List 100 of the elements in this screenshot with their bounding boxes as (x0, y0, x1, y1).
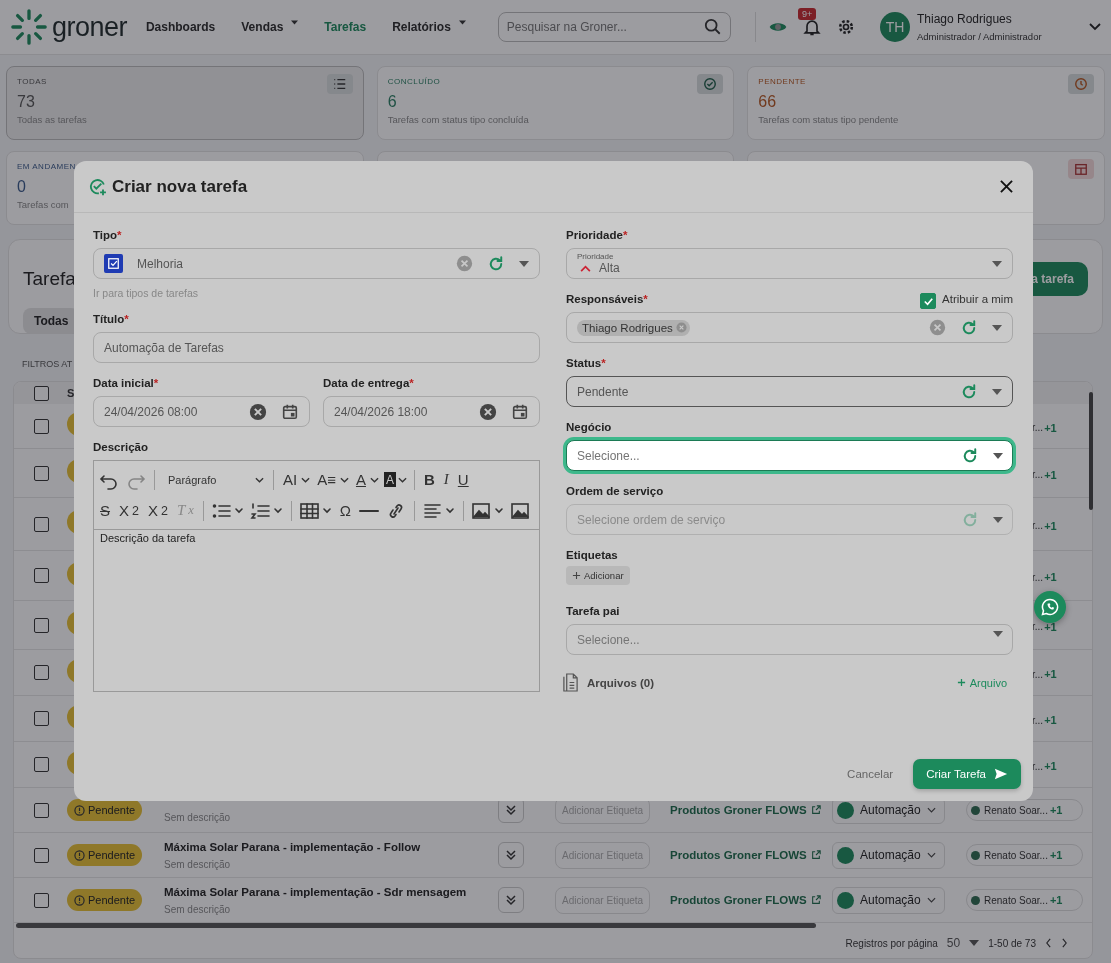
project-link[interactable]: Produtos Groner FLOWS (670, 894, 807, 906)
checkbox[interactable] (920, 293, 937, 309)
format-button[interactable]: B (422, 467, 437, 492)
nav-item[interactable]: Dashboards (145, 20, 216, 34)
title-field[interactable]: Automaçõa de Tarefas (93, 332, 540, 363)
caret-icon[interactable] (458, 20, 466, 25)
stat-caption: Tarefas com status tipo concluída (387, 114, 529, 125)
refresh-icon[interactable] (960, 382, 978, 401)
assignee-chip[interactable]: r...+1 (1032, 571, 1057, 583)
nav-item[interactable]: Vendas (241, 20, 284, 34)
category-select[interactable]: Automação (832, 886, 945, 914)
refresh-icon[interactable] (487, 254, 505, 273)
checkbox[interactable] (34, 465, 49, 481)
next-page-icon[interactable] (1061, 938, 1068, 948)
refresh-icon[interactable] (960, 318, 978, 337)
caret-icon (992, 388, 1002, 395)
field-label: Data inicial (93, 377, 154, 389)
checkbox[interactable] (34, 617, 49, 633)
format-button[interactable]: A (383, 472, 396, 487)
format-button[interactable]: Ω (337, 498, 354, 523)
deal-select[interactable]: Selecione... (566, 440, 1013, 471)
chevron-icon[interactable] (339, 476, 349, 483)
assignee-chip[interactable]: r...+1 (1032, 468, 1057, 481)
add-tag-button[interactable]: Adicionar (566, 566, 630, 585)
checkbox[interactable] (34, 847, 49, 863)
format-button[interactable]: S (98, 498, 112, 523)
plus-icon (956, 678, 966, 687)
caret-icon[interactable] (291, 20, 299, 25)
assignee-chip[interactable]: r...+1 (1032, 668, 1057, 680)
chevron-icon[interactable] (1089, 23, 1101, 31)
assignee-chip[interactable]: r...+1 (1032, 620, 1057, 633)
image-upload-icon[interactable] (471, 500, 506, 521)
date-field[interactable]: 24/04/2026 08:00 (93, 396, 310, 427)
external-link-icon (810, 850, 821, 860)
caret-icon (993, 631, 1003, 637)
paragraph-select[interactable]: Parágrafo (166, 467, 266, 492)
priority-select[interactable]: Prioridade Alta (566, 248, 1013, 279)
expand-button[interactable] (498, 887, 524, 913)
calendar-icon[interactable] (511, 402, 529, 421)
chevron-icon[interactable] (398, 476, 407, 483)
expand-button[interactable] (498, 842, 524, 868)
table-icon[interactable] (298, 500, 333, 521)
status-select[interactable]: Pendente (566, 376, 1013, 407)
calendar-icon[interactable] (281, 402, 299, 421)
checkbox[interactable] (34, 418, 49, 434)
assignee-chip[interactable]: r...+1 (1032, 421, 1057, 434)
checkbox[interactable] (34, 892, 49, 908)
checkbox[interactable] (34, 757, 49, 772)
stat-value: 0 (17, 178, 26, 196)
checkbox[interactable] (34, 802, 49, 818)
stat-card[interactable]: PENDENTE 66 Tarefas com status tipo pendente (747, 66, 1105, 140)
assignee-chip[interactable]: r...+1 (1032, 760, 1057, 772)
required-mark: * (117, 229, 122, 241)
format-button[interactable]: I (441, 467, 451, 492)
stat-label: TODAS (17, 77, 47, 86)
parent-task-select[interactable]: Selecione... (566, 624, 1013, 655)
date-field[interactable]: 24/04/2026 18:00 (323, 396, 540, 427)
bell-icon[interactable] (802, 17, 822, 37)
checkbox[interactable] (34, 711, 49, 726)
format-button[interactable]: A≡ (315, 467, 338, 492)
task-title[interactable]: Máxima Solar Parana - implementação - Follow (164, 840, 481, 853)
assignee-chip[interactable]: Thiago Rodrigues (577, 319, 690, 336)
type-select[interactable]: Melhoria (93, 248, 540, 279)
chevron-icon[interactable] (369, 476, 379, 483)
stat-card[interactable]: CONCLUÍDO 6 Tarefas com status tipo concluída (376, 66, 735, 140)
field-value: 24/04/2026 18:00 (334, 404, 429, 419)
nav-item[interactable]: Tarefas (324, 20, 367, 34)
task-title[interactable]: Máxima Solar Parana - implementação - Sdr mensagem (164, 885, 481, 898)
numbered-list-icon[interactable] (249, 500, 284, 521)
rows-per-page-select[interactable]: 50 (946, 936, 961, 950)
chevron-icon[interactable] (301, 476, 311, 483)
checkbox[interactable] (34, 568, 49, 583)
format-button[interactable]: A (353, 467, 368, 492)
logo-icon (10, 8, 48, 46)
clear-icon[interactable] (249, 402, 267, 421)
cancel-button[interactable]: Cancelar (847, 768, 894, 780)
checkbox[interactable] (34, 665, 49, 680)
assignees-select[interactable]: Thiago Rodrigues (566, 312, 1013, 343)
format-button[interactable]: AI (281, 467, 300, 492)
project-link[interactable]: Produtos Groner FLOWS (670, 804, 807, 816)
checkbox[interactable] (34, 385, 49, 401)
assignee-chip[interactable]: r...+1 (1032, 519, 1057, 532)
search-field[interactable]: Pesquisar na Groner... (497, 12, 731, 42)
assignee-chip[interactable]: r...+1 (1032, 714, 1057, 726)
close-icon[interactable] (1000, 180, 1013, 193)
user-avatar[interactable]: TH (880, 12, 910, 42)
refresh-icon[interactable] (961, 447, 979, 465)
field-value: Alta (599, 261, 620, 275)
checkbox[interactable] (34, 516, 49, 532)
checkbox-icon (104, 254, 123, 273)
category-select[interactable]: Automação (832, 841, 945, 869)
search-icon[interactable] (704, 18, 722, 36)
nav-item[interactable]: Relatórios (392, 20, 451, 34)
project-link[interactable]: Produtos Groner FLOWS (670, 849, 807, 861)
previous-page-icon[interactable] (1045, 938, 1052, 948)
settings-icon[interactable] (836, 17, 856, 37)
create-task-button[interactable]: Criar Tarefa (913, 759, 1021, 789)
format-button[interactable]: U (455, 467, 471, 492)
list-icon (332, 77, 347, 91)
clear-icon[interactable] (479, 402, 497, 421)
